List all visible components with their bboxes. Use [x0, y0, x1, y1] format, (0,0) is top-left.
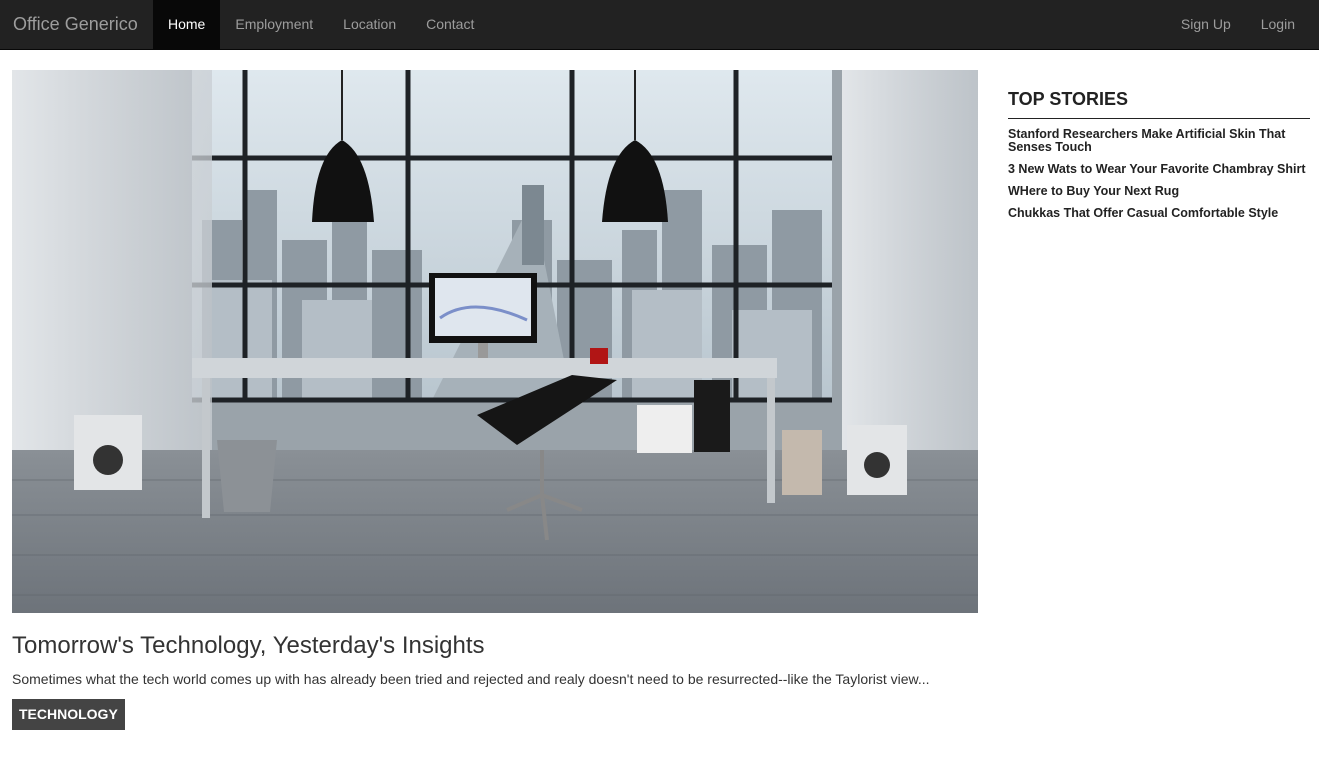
story-item: Stanford Researchers Make Artificial Ski…: [1008, 128, 1310, 154]
story-link[interactable]: Chukkas That Offer Casual Comfortable St…: [1008, 207, 1310, 220]
top-navbar: Office Generico Home Employment Location…: [0, 0, 1319, 50]
main-nav: Home Employment Location Contact: [153, 0, 489, 50]
office-scene-illustration: [12, 70, 978, 613]
nav-item-location[interactable]: Location: [328, 0, 411, 50]
brand-link[interactable]: Office Generico: [13, 0, 138, 50]
story-item: Chukkas That Offer Casual Comfortable St…: [1008, 207, 1310, 220]
article-title[interactable]: Tomorrow's Technology, Yesterday's Insig…: [12, 630, 978, 662]
account-nav: Sign Up Login: [1166, 0, 1319, 50]
story-link[interactable]: 3 New Wats to Wear Your Favorite Chambra…: [1008, 163, 1310, 176]
sign-up-link[interactable]: Sign Up: [1166, 0, 1246, 50]
story-link[interactable]: Stanford Researchers Make Artificial Ski…: [1008, 128, 1310, 154]
top-stories-sidebar: TOP STORIES Stanford Researchers Make Ar…: [1008, 88, 1310, 229]
story-item: 3 New Wats to Wear Your Favorite Chambra…: [1008, 163, 1310, 176]
nav-item-contact[interactable]: Contact: [411, 0, 489, 50]
story-list: Stanford Researchers Make Artificial Ski…: [1008, 128, 1310, 220]
hero-image[interactable]: [12, 70, 978, 613]
article-excerpt: Sometimes what the tech world comes up w…: [12, 671, 930, 687]
story-link[interactable]: WHere to Buy Your Next Rug: [1008, 185, 1310, 198]
nav-item-employment[interactable]: Employment: [220, 0, 328, 50]
sidebar-title: TOP STORIES: [1008, 88, 1310, 119]
category-tag[interactable]: TECHNOLOGY: [12, 699, 125, 730]
story-item: WHere to Buy Your Next Rug: [1008, 185, 1310, 198]
nav-item-home[interactable]: Home: [153, 0, 221, 50]
login-link[interactable]: Login: [1246, 0, 1319, 50]
